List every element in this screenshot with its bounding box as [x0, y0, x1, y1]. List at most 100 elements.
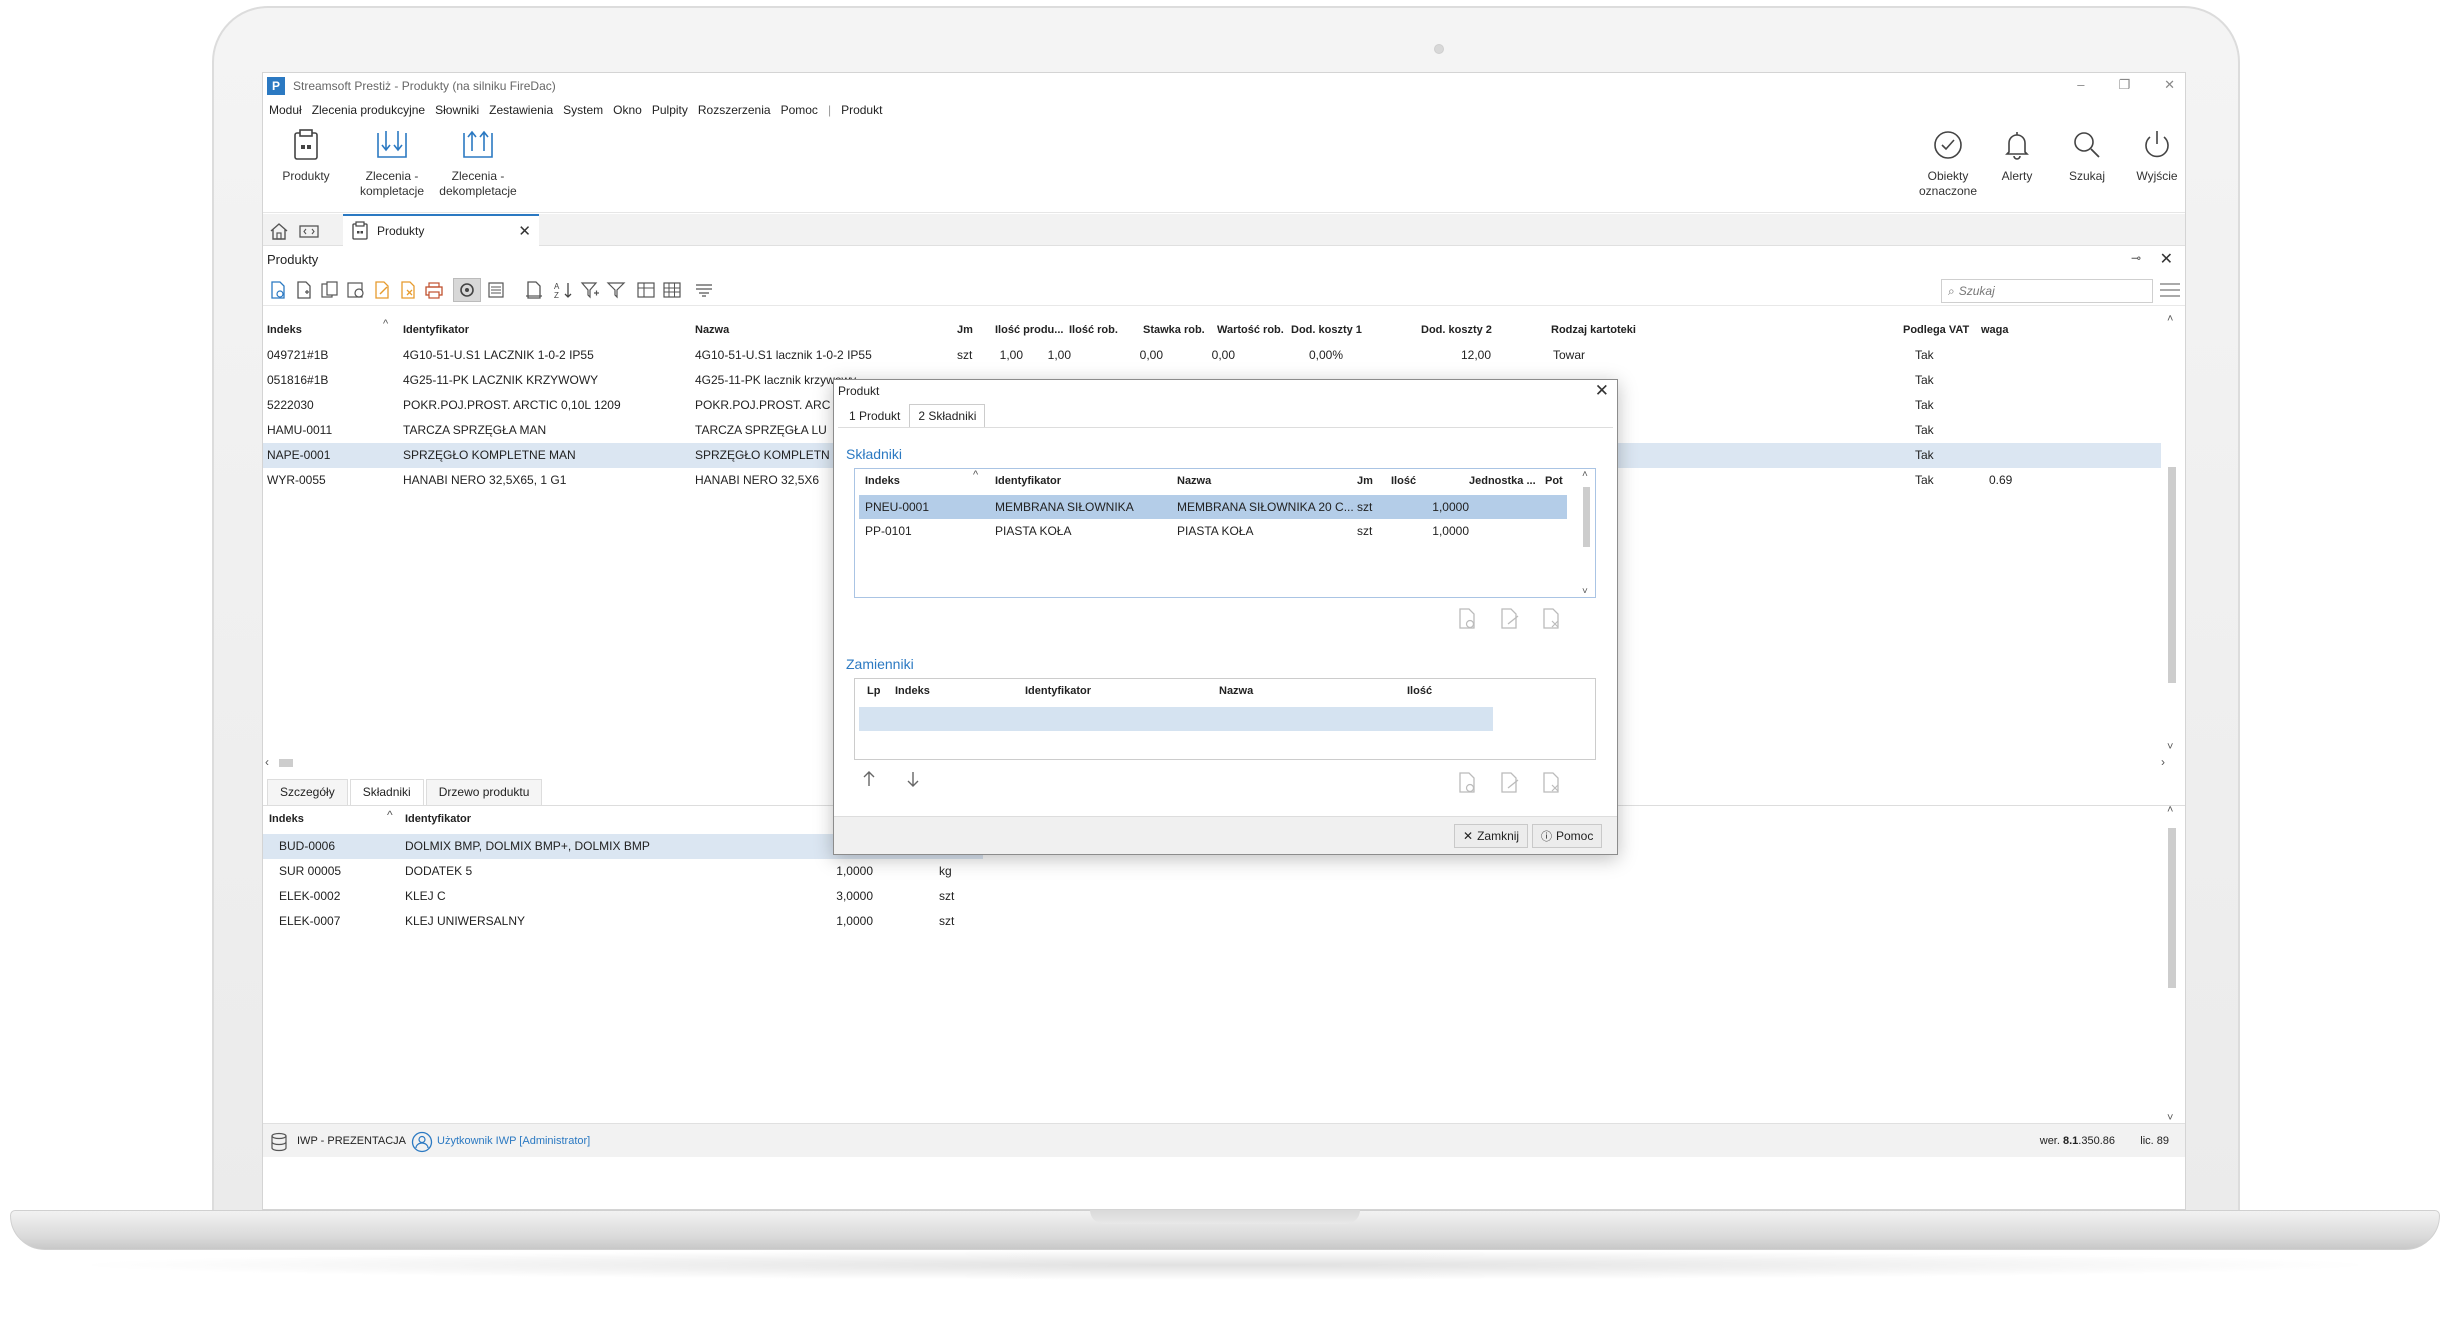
menu-lines-icon[interactable] — [2159, 282, 2181, 298]
dialog-component-row[interactable]: PP-0101 PIASTA KOŁA PIASTA KOŁA szt 1,0000 — [859, 519, 1567, 543]
component-row[interactable]: ELEK-0007 KLEJ UNIWERSALNY 1,0000 szt — [263, 909, 983, 934]
menu-item-okno[interactable]: Okno — [613, 103, 642, 117]
table-row[interactable]: 049721#1B 4G10-51-U.S1 LACZNIK 1-0-2 IP55… — [263, 343, 2161, 368]
dcol-pot[interactable]: Pot — [1545, 475, 1563, 487]
dcol-nazwa[interactable]: Nazwa — [1177, 475, 1211, 487]
scroll-right-icon[interactable]: › — [2161, 755, 2165, 769]
tab-produkty[interactable]: Produkty ✕ — [343, 214, 539, 246]
scroll-down-icon[interactable]: ˅ — [2167, 741, 2173, 753]
col-dod-koszty-1[interactable]: Dod. koszty 1 — [1291, 324, 1362, 336]
settings-icon[interactable] — [456, 280, 478, 300]
col-indeks[interactable]: Indeks — [267, 324, 302, 336]
lcol-identyfikator[interactable]: Identyfikator — [405, 813, 471, 825]
columns-icon[interactable] — [485, 280, 507, 300]
main-grid-vscroll[interactable]: ˄ ˅ — [2165, 313, 2179, 753]
home-tab-button[interactable] — [267, 220, 291, 242]
col-ilosc-rob[interactable]: Ilość rob. — [1069, 324, 1118, 336]
ribbon-wyjscie-button[interactable]: Wyjście — [2125, 127, 2185, 184]
ribbon-alerty-button[interactable]: Alerty — [1985, 127, 2049, 184]
menu-item-zestawienia[interactable]: Zestawienia — [489, 103, 553, 117]
copy-icon[interactable] — [319, 280, 341, 300]
delete-substitute-icon[interactable] — [1538, 770, 1564, 796]
dcol-jm[interactable]: Jm — [1357, 475, 1373, 487]
col-ilosc-prod[interactable]: Ilość produ... — [995, 324, 1063, 336]
close-panel-icon[interactable]: ✕ — [2160, 249, 2173, 269]
dscroll-up-icon[interactable]: ˄ — [1582, 469, 1588, 480]
ribbon-kompletacje-button[interactable]: Zlecenia - kompletacje — [349, 127, 435, 199]
add-component-icon[interactable] — [1454, 606, 1480, 632]
zcol-lp[interactable]: Lp — [867, 685, 880, 697]
filter-icon[interactable] — [605, 280, 627, 300]
lcol-indeks[interactable]: Indeks — [269, 813, 304, 825]
col-wartosc-rob[interactable]: Wartość rob. — [1217, 324, 1284, 336]
menu-item-system[interactable]: System — [563, 103, 603, 117]
move-down-icon[interactable] — [900, 766, 926, 792]
dcol-jednostka[interactable]: Jednostka ... — [1469, 475, 1536, 487]
pin-icon[interactable]: ⊸ — [2131, 251, 2141, 265]
move-up-icon[interactable] — [856, 766, 882, 792]
component-row[interactable]: SUR 00005 DODATEK 5 1,0000 kg — [263, 859, 983, 884]
maximize-button[interactable]: ❐ — [2118, 77, 2130, 93]
hscroll-thumb[interactable] — [279, 759, 293, 767]
col-jm[interactable]: Jm — [957, 324, 973, 336]
menu-item-zlecenia[interactable]: Zlecenia produkcyjne — [312, 103, 425, 117]
ribbon-dekompletacje-button[interactable]: Zlecenia - dekompletacje — [435, 127, 521, 199]
dcol-indeks[interactable]: Indeks — [865, 475, 900, 487]
dialog-close-icon[interactable]: ✕ — [1595, 381, 1609, 401]
status-user[interactable]: Użytkownik IWP [Administrator] — [437, 1135, 590, 1147]
zcol-ilosc[interactable]: Ilość — [1407, 685, 1432, 697]
dialog-tab-skladniki[interactable]: 2 Składniki — [909, 404, 986, 428]
col-rodzaj-kartoteki[interactable]: Rodzaj kartoteki — [1551, 324, 1636, 336]
col-waga[interactable]: waga — [1981, 324, 2009, 336]
menu-item-pulpity[interactable]: Pulpity — [652, 103, 688, 117]
col-identyfikator[interactable]: Identyfikator — [403, 324, 469, 336]
tab-szczegoly[interactable]: Szczegóły — [267, 779, 348, 805]
dcol-ilosc[interactable]: Ilość — [1391, 475, 1416, 487]
lscroll-up-icon[interactable]: ˄ — [2167, 804, 2173, 816]
add-copy-icon[interactable] — [293, 280, 315, 300]
properties-icon[interactable] — [345, 280, 367, 300]
tab-skladniki[interactable]: Składniki — [349, 779, 424, 805]
scroll-left-icon[interactable]: ‹ — [265, 755, 269, 769]
document-icon[interactable] — [523, 280, 545, 300]
col-nazwa[interactable]: Nazwa — [695, 324, 729, 336]
print-icon[interactable] — [423, 280, 445, 300]
tab-drzewo-produktu[interactable]: Drzewo produktu — [425, 779, 543, 805]
dialog-tab-produkt[interactable]: 1 Produkt — [840, 404, 909, 428]
menu-item-pomoc[interactable]: Pomoc — [781, 103, 818, 117]
ribbon-obiekty-button[interactable]: Obiekty oznaczone — [1913, 127, 1983, 199]
close-dialog-button[interactable]: ✕ Zamknij — [1454, 824, 1529, 848]
dscroll-down-icon[interactable]: ˅ — [1582, 586, 1588, 597]
filter-add-icon[interactable] — [579, 280, 601, 300]
sort-icon[interactable]: AZ — [553, 280, 575, 300]
menu-item-slowniki[interactable]: Słowniki — [435, 103, 479, 117]
search-input[interactable]: ⌕ Szukaj — [1941, 279, 2153, 303]
menu-item-produkt[interactable]: Produkt — [841, 103, 882, 117]
dialog-scroll-thumb[interactable] — [1583, 487, 1590, 547]
lower-scroll-thumb[interactable] — [2168, 828, 2176, 988]
delete-icon[interactable] — [397, 280, 419, 300]
help-button[interactable]: ⓘ Pomoc — [1532, 824, 1603, 848]
group-icon[interactable] — [693, 280, 715, 300]
menu-item-rozszerzenia[interactable]: Rozszerzenia — [698, 103, 771, 117]
ribbon-produkty-button[interactable]: Produkty — [263, 127, 349, 184]
edit-component-icon[interactable] — [1496, 606, 1522, 632]
scroll-up-icon[interactable]: ˄ — [2167, 313, 2173, 325]
add-substitute-icon[interactable] — [1454, 770, 1480, 796]
delete-component-icon[interactable] — [1538, 606, 1564, 632]
dcol-identyfikator[interactable]: Identyfikator — [995, 475, 1061, 487]
main-grid-scroll-thumb[interactable] — [2168, 467, 2176, 683]
component-row[interactable]: ELEK-0002 KLEJ C 3,0000 szt — [263, 884, 983, 909]
col-podlega-vat[interactable]: Podlega VAT — [1903, 324, 1969, 336]
dialog-grid-vscroll[interactable]: ˄ ˅ — [1579, 469, 1593, 597]
lower-grid-vscroll[interactable]: ˄ ˅ — [2165, 804, 2179, 1124]
ribbon-szukaj-button[interactable]: Szukaj — [2055, 127, 2119, 184]
edit-substitute-icon[interactable] — [1496, 770, 1522, 796]
col-dod-koszty-2[interactable]: Dod. koszty 2 — [1421, 324, 1492, 336]
menu-item-modul[interactable]: Moduł — [269, 103, 302, 117]
substitutes-empty-row[interactable] — [859, 707, 1493, 731]
zcol-identyfikator[interactable]: Identyfikator — [1025, 685, 1091, 697]
add-doc-icon[interactable] — [267, 280, 289, 300]
close-tab-icon[interactable]: ✕ — [518, 222, 531, 240]
windows-list-button[interactable] — [297, 220, 321, 242]
